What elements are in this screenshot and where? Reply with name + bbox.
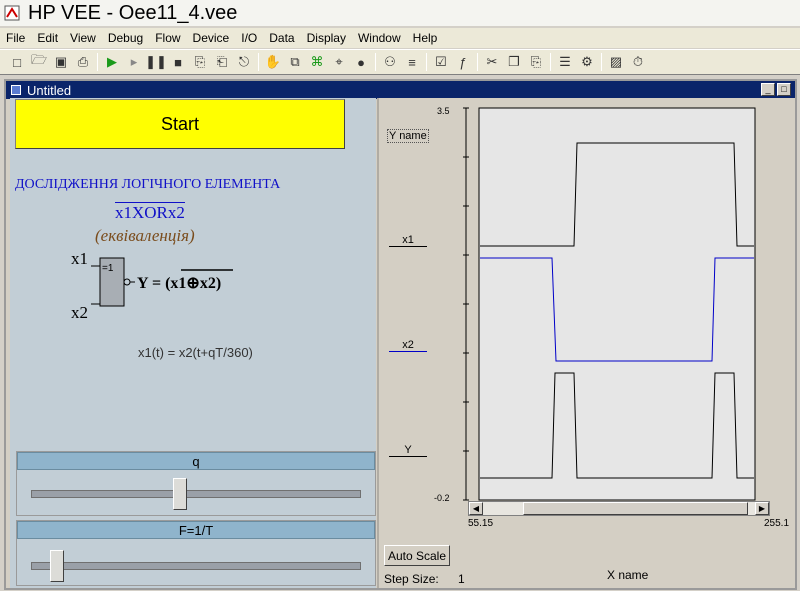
waveform-display: 3.5 -0.2 Y name x1 x2 Y ◀ ▶ 55.15 255.1 … (377, 98, 795, 588)
toolbar-separator (477, 53, 478, 71)
q-slider-box: q (16, 451, 376, 516)
toolbar-separator (550, 53, 551, 71)
menu-bar: File Edit View Debug Flow Device I/O Dat… (0, 28, 800, 48)
cut-icon[interactable]: ✂ (481, 51, 503, 73)
window-title: Untitled (27, 82, 72, 98)
x-min-label: 55.15 (468, 518, 494, 529)
phase-caption: x1(t) = x2(t+qT/360) (138, 345, 253, 360)
menu-io[interactable]: I/O (235, 28, 263, 48)
menu-help[interactable]: Help (407, 28, 444, 48)
auto-scale-button[interactable]: Auto Scale (384, 545, 450, 566)
menu-device[interactable]: Device (187, 28, 236, 48)
f-slider-box: F=1/T (16, 520, 376, 586)
minimize-button[interactable]: _ (761, 83, 775, 96)
app-title-bar: HP VEE - Oee11_4.vee (0, 0, 800, 26)
step-over-icon[interactable]: ⎗ (211, 51, 233, 73)
align-icon[interactable]: ☰ (554, 51, 576, 73)
step-into-icon[interactable]: ⎘ (189, 51, 211, 73)
hand-icon[interactable]: ✋ (262, 51, 284, 73)
trace-x2-label[interactable]: x2 (389, 339, 427, 352)
menu-window[interactable]: Window (352, 28, 407, 48)
data-flow-icon[interactable]: ≡ (401, 51, 423, 73)
equivalence-subtitle: (еквіваленція) (95, 226, 195, 245)
q-slider-track[interactable] (31, 490, 361, 498)
menu-display[interactable]: Display (301, 28, 352, 48)
xor-gate-diagram: x1 x2 =1 Y = (x1⊕x2) (71, 249, 233, 322)
menu-data[interactable]: Data (263, 28, 300, 48)
q-slider-thumb[interactable] (173, 478, 188, 510)
run-icon[interactable]: ▶ (101, 51, 123, 73)
x-name-label: X name (607, 568, 649, 582)
menu-debug[interactable]: Debug (102, 28, 149, 48)
paste-icon[interactable]: ⎘ (525, 51, 547, 73)
hpvee-app-icon (4, 5, 20, 21)
f-slider-track[interactable] (31, 562, 361, 570)
step-size-label: Step Size: (384, 572, 439, 586)
properties-icon[interactable]: ☑ (430, 51, 452, 73)
toolbar-separator (426, 53, 427, 71)
breakpoint-icon[interactable]: ⌖ (328, 51, 350, 73)
menu-flow[interactable]: Flow (149, 28, 186, 48)
x-max-label: 255.1 (764, 518, 790, 529)
step-icon[interactable]: ▸ (123, 51, 145, 73)
panel-heading: ДОСЛІДЖЕННЯ ЛОГІЧНОГО ЕЛЕМЕНТА (15, 177, 281, 192)
scroll-left-icon[interactable]: ◀ (469, 502, 483, 515)
trace-x1-label[interactable]: x1 (389, 234, 427, 247)
toolbar: □ 🗁 ▣ ⎙ ▶ ▸ ❚❚ ■ ⎘ ⎗ ⎋ ✋ ⧉ ⌘ ⌖ ● ⚇ ≡ ☑ ƒ… (0, 49, 800, 75)
clone-icon[interactable]: ⧉ (284, 51, 306, 73)
gate-input1-label: x1 (71, 249, 88, 268)
toolbar-separator (601, 53, 602, 71)
sphere-icon[interactable]: ● (350, 51, 372, 73)
step-out-icon[interactable]: ⎋ (233, 51, 255, 73)
copy-icon[interactable]: ❐ (503, 51, 525, 73)
toolbar-separator (375, 53, 376, 71)
xor-formula: x1XORx2 (115, 202, 185, 222)
x-scrollbar[interactable]: ◀ ▶ (468, 501, 770, 516)
f-slider-label: F=1/T (17, 521, 375, 539)
gate-input2-label: x2 (71, 303, 88, 322)
print-icon[interactable]: ⎙ (72, 51, 94, 73)
formula-icon[interactable]: ƒ (452, 51, 474, 73)
window-controls: _ □ (761, 83, 791, 96)
gate-output-circle (123, 278, 131, 286)
open-folder-icon[interactable]: 🗁 (28, 51, 50, 73)
menu-file[interactable]: File (0, 28, 31, 48)
start-button[interactable]: Start (15, 99, 345, 149)
f-slider-thumb[interactable] (49, 550, 64, 582)
maximize-button[interactable]: □ (777, 83, 791, 96)
panel-view-icon[interactable]: ▨ (605, 51, 627, 73)
new-file-icon[interactable]: □ (6, 51, 28, 73)
toolbar-separator (258, 53, 259, 71)
timer-icon[interactable]: ⏱ (627, 51, 649, 73)
gate-output-label: Y = (x1⊕x2) (137, 275, 221, 292)
settings-icon[interactable]: ⚙ (576, 51, 598, 73)
trace-y-label[interactable]: Y (389, 444, 427, 457)
y-max-label: 3.5 (437, 106, 450, 116)
left-panel: Start ДОСЛІДЖЕННЯ ЛОГІЧНОГО ЕЛЕМЕНТА x1X… (10, 98, 376, 588)
window-title-bar: Untitled _ □ (6, 81, 795, 99)
app-title: HP VEE - Oee11_4.vee (28, 1, 238, 24)
window-icon (11, 85, 21, 95)
binoculars-icon[interactable]: ⚇ (379, 51, 401, 73)
menu-edit[interactable]: Edit (31, 28, 64, 48)
scroll-right-icon[interactable]: ▶ (755, 502, 769, 515)
scrollbar-thumb[interactable] (523, 502, 748, 515)
step-size-value[interactable]: 1 (458, 572, 465, 586)
gate-symbol: =1 (102, 263, 114, 274)
stop-icon[interactable]: ■ (167, 51, 189, 73)
q-slider-label: q (17, 452, 375, 470)
pause-icon[interactable]: ❚❚ (145, 51, 167, 73)
toolbar-separator (97, 53, 98, 71)
y-name-button[interactable]: Y name (387, 129, 429, 143)
save-icon[interactable]: ▣ (50, 51, 72, 73)
y-min-label: -0.2 (434, 493, 450, 503)
connect-icon[interactable]: ⌘ (306, 51, 328, 73)
menu-view[interactable]: View (64, 28, 102, 48)
